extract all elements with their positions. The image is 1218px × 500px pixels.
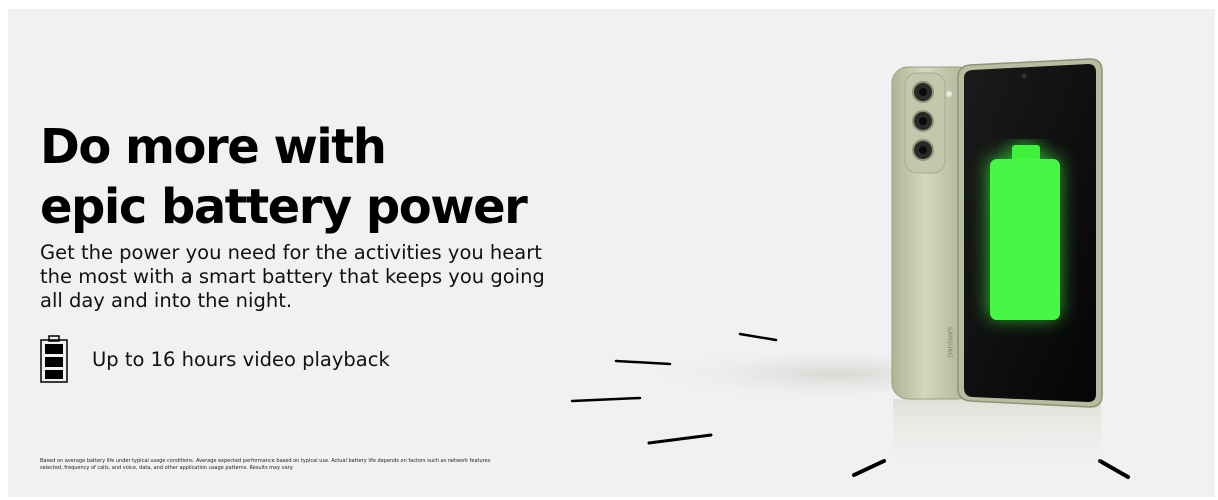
brand-mark: SAMSUNG xyxy=(946,327,953,358)
tick-mark xyxy=(738,332,778,342)
phone-reflection xyxy=(893,399,1101,479)
phone-front-view xyxy=(957,58,1103,408)
tick-mark xyxy=(570,396,642,403)
screen-battery-icon xyxy=(988,144,1060,320)
phone-scene: SAMSUNG xyxy=(570,58,1130,479)
front-camera xyxy=(1021,73,1027,79)
floor-shadow xyxy=(598,350,938,398)
battery-promo-banner: Do more with epic battery power Get the … xyxy=(8,9,1215,497)
camera-flash xyxy=(946,91,952,97)
tick-mark xyxy=(1098,459,1130,479)
tick-mark xyxy=(852,459,886,477)
tick-mark xyxy=(647,433,713,445)
